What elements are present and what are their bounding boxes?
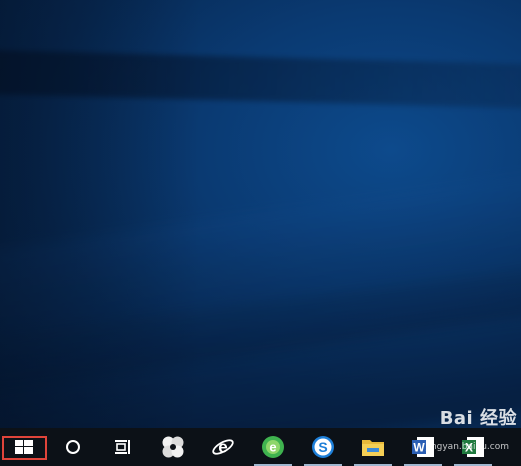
wallpaper-shade — [0, 0, 200, 428]
app-internet-explorer[interactable]: e — [198, 428, 248, 466]
app-sogou[interactable]: S — [298, 428, 348, 466]
app-360-browser[interactable]: e — [248, 428, 298, 466]
green-browser-icon: e — [262, 436, 284, 458]
task-view-button[interactable] — [98, 428, 148, 466]
desktop-wallpaper — [0, 0, 521, 428]
task-view-icon — [115, 440, 130, 454]
folder-icon — [362, 440, 384, 456]
baidu-jingyan-watermark: Bai 经验 jingyan.baidu.com — [426, 404, 517, 452]
cortana-circle-icon — [66, 440, 80, 454]
blue-s-browser-icon: S — [312, 436, 334, 458]
svg-text:e: e — [269, 440, 276, 455]
app-file-explorer[interactable] — [348, 428, 398, 466]
search-button[interactable] — [48, 428, 98, 466]
svg-text:S: S — [318, 439, 327, 455]
watermark-brand: Bai 经验 — [439, 408, 517, 429]
watermark-url: jingyan.baidu.com — [425, 442, 509, 452]
start-button-highlight — [2, 436, 47, 460]
internet-explorer-icon: e — [212, 438, 234, 457]
start-button[interactable] — [0, 428, 48, 466]
svg-text:e: e — [218, 438, 227, 457]
app-pinwheel[interactable] — [148, 428, 198, 466]
svg-text:W: W — [413, 441, 425, 455]
pinwheel-icon — [162, 436, 184, 458]
